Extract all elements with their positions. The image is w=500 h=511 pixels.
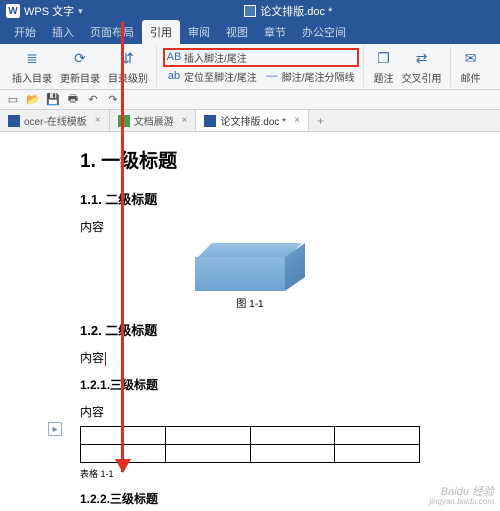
update-toc-label: 更新目录	[60, 70, 100, 85]
titlebar-doc-name: 论文排版.doc *	[83, 3, 494, 19]
left-gutter: ▸	[0, 132, 70, 511]
content-text-3: 内容	[80, 403, 420, 420]
menu-item-0[interactable]: 开始	[6, 20, 44, 44]
refresh-icon: ⟳	[70, 48, 90, 68]
menu-item-1[interactable]: 插入	[44, 20, 82, 44]
tab-label: 论文排版.doc *	[220, 113, 286, 128]
tab-add-button[interactable]: +	[309, 114, 332, 128]
redo-icon[interactable]: ↷	[106, 93, 120, 107]
goto-footnote-button[interactable]: ab 定位至脚注/尾注	[163, 67, 261, 86]
menu-item-6[interactable]: 章节	[256, 20, 294, 44]
page-indicator-icon[interactable]: ▸	[48, 422, 62, 436]
crossref-icon: ⇄	[412, 48, 432, 68]
insert-footnote-button[interactable]: AB 插入脚注/尾注	[163, 48, 359, 67]
menu-item-2[interactable]: 页面布局	[82, 20, 142, 44]
print-icon[interactable]: 🖶	[66, 93, 80, 107]
tab-label: ocer-在线模板	[24, 113, 87, 128]
figure-1: 图 1-1	[80, 243, 420, 310]
text-cursor	[105, 352, 106, 366]
content-text-1: 内容	[80, 218, 420, 235]
insert-footnote-label: 插入脚注/尾注	[184, 50, 247, 65]
tab-label: 文档晨游	[134, 113, 174, 128]
content-text-2: 内容	[80, 349, 420, 366]
watermark: Baidu 经验 jingyan.baidu.com	[430, 486, 494, 507]
footnote-sep-label: 脚注/尾注分隔线	[282, 69, 355, 84]
tab-doc-icon	[204, 115, 216, 127]
tab-close-icon[interactable]: ×	[95, 115, 101, 126]
footnote-icon: AB	[167, 50, 181, 64]
table-row	[81, 445, 420, 463]
heading-1-2-2: 1.2.2.三级标题	[80, 490, 420, 507]
doc-icon	[244, 5, 256, 17]
new-icon[interactable]: ▭	[6, 93, 20, 107]
toc-level-label: 目录级别	[108, 70, 148, 85]
h1-text: 一级标题	[101, 151, 177, 172]
mail-icon: ✉	[461, 48, 481, 68]
quick-access-toolbar: ▭ 📂 💾 🖶 ↶ ↷	[0, 90, 500, 110]
goto-icon: ab	[167, 69, 181, 83]
menu-item-7[interactable]: 办公空间	[294, 20, 354, 44]
footnote-sep-button[interactable]: — 脚注/尾注分隔线	[261, 67, 359, 86]
ribbon-group-mail: ✉ 邮件	[453, 46, 489, 87]
toc-level-button[interactable]: ⇵ 目录级别	[104, 46, 152, 87]
app-logo: W	[6, 4, 20, 18]
update-toc-button[interactable]: ⟳ 更新目录	[56, 46, 104, 87]
figure-caption: 图 1-1	[80, 295, 420, 310]
ribbon: ≣ 插入目录 ⟳ 更新目录 ⇵ 目录级别 AB 插入脚注/尾注 ab 定位至脚注…	[0, 44, 500, 90]
menu-bar: 开始插入页面布局引用审阅视图章节办公空间	[0, 22, 500, 44]
h1-prefix: 1.	[80, 151, 101, 172]
doc-title-text: 论文排版.doc *	[260, 3, 332, 19]
document-canvas[interactable]: ▸ 1. 一级标题 1.1. 二级标题 内容 图 1-1 1.2. 二级标题 内…	[0, 132, 500, 511]
tab-close-icon[interactable]: ×	[182, 115, 188, 126]
ribbon-group-caption: ❐ 题注 ⇄ 交叉引用	[366, 46, 451, 87]
doc-tab-2[interactable]: 论文排版.doc * ×	[196, 110, 308, 131]
goto-footnote-label: 定位至脚注/尾注	[184, 69, 257, 84]
table-caption: 表格 1-1	[80, 467, 420, 480]
ribbon-group-toc: ≣ 插入目录 ⟳ 更新目录 ⇵ 目录级别	[4, 46, 157, 87]
content-2-text: 内容	[80, 351, 104, 365]
heading-1: 1. 一级标题	[80, 146, 420, 173]
arrow-head-icon	[115, 459, 131, 473]
app-name: WPS 文字	[24, 3, 74, 19]
cuboid-shape	[195, 243, 305, 291]
caption-button[interactable]: ❐ 题注	[370, 46, 398, 87]
open-icon[interactable]: 📂	[26, 93, 40, 107]
title-bar: W WPS 文字 ▾ 论文排版.doc *	[0, 0, 500, 22]
heading-1-1: 1.1. 二级标题	[80, 189, 420, 208]
watermark-sub: jingyan.baidu.com	[430, 498, 494, 507]
ribbon-group-footnote: AB 插入脚注/尾注 ab 定位至脚注/尾注 — 脚注/尾注分隔线	[159, 46, 364, 87]
menu-item-3[interactable]: 引用	[142, 20, 180, 44]
insert-toc-button[interactable]: ≣ 插入目录	[8, 46, 56, 87]
crossref-label: 交叉引用	[402, 70, 442, 85]
table-row	[81, 427, 420, 445]
caption-icon: ❐	[374, 48, 394, 68]
annotation-arrow	[121, 22, 124, 472]
document-body: 1. 一级标题 1.1. 二级标题 内容 图 1-1 1.2. 二级标题 内容 …	[70, 132, 440, 511]
tab-close-icon[interactable]: ×	[294, 115, 300, 126]
menu-item-5[interactable]: 视图	[218, 20, 256, 44]
document-tabs: ocer-在线模板 × 文档晨游 × 论文排版.doc * × +	[0, 110, 500, 132]
menu-item-4[interactable]: 审阅	[180, 20, 218, 44]
heading-1-2-1: 1.2.1.三级标题	[80, 376, 420, 393]
undo-icon[interactable]: ↶	[86, 93, 100, 107]
tab-doc-icon	[8, 115, 20, 127]
mail-button[interactable]: ✉ 邮件	[457, 46, 485, 87]
save-icon[interactable]: 💾	[46, 93, 60, 107]
insert-toc-label: 插入目录	[12, 70, 52, 85]
caption-label: 题注	[374, 70, 394, 85]
crossref-button[interactable]: ⇄ 交叉引用	[398, 46, 446, 87]
table-1	[80, 426, 420, 463]
mail-label: 邮件	[461, 70, 481, 85]
doc-tab-0[interactable]: ocer-在线模板 ×	[0, 110, 110, 131]
separator-icon: —	[265, 69, 279, 83]
heading-1-2: 1.2. 二级标题	[80, 320, 420, 339]
toc-icon: ≣	[22, 48, 42, 68]
